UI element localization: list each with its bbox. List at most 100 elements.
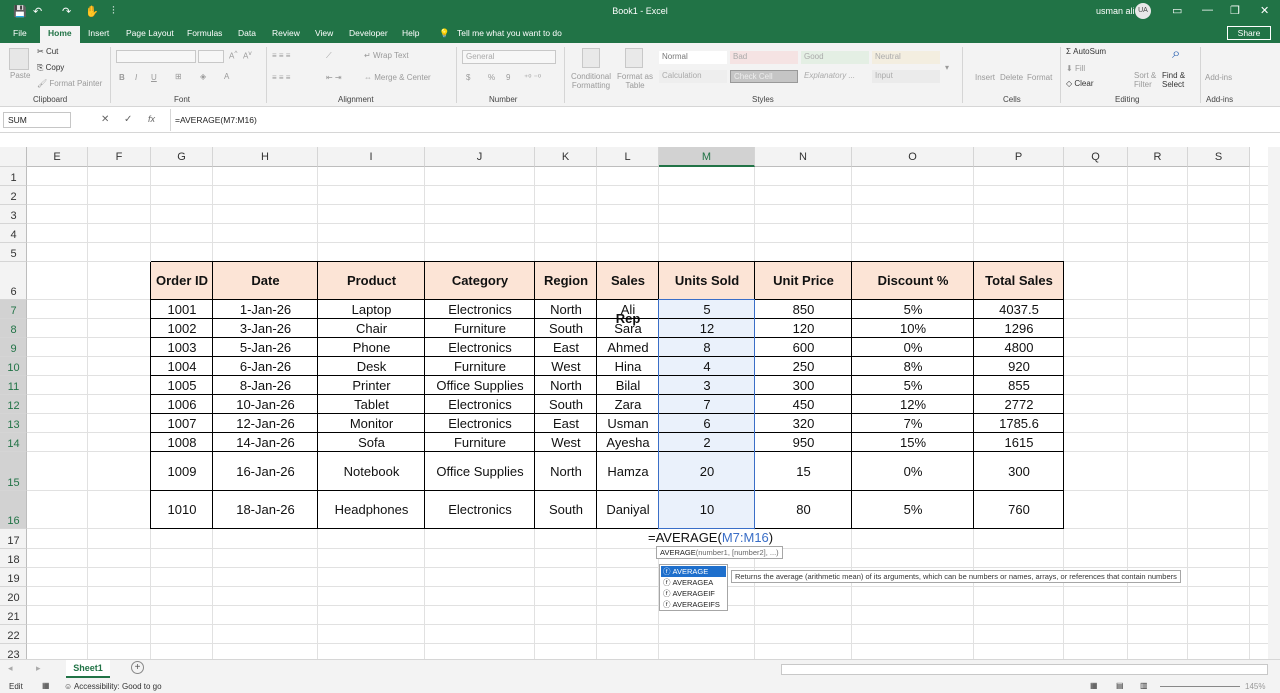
table-cell[interactable]: 5-Jan-26	[213, 338, 318, 357]
style-neutral[interactable]: Neutral	[872, 51, 940, 64]
zoom-slider[interactable]	[1160, 686, 1240, 687]
vertical-scrollbar[interactable]	[1268, 147, 1280, 659]
ribbon-display-options-icon[interactable]: ▭	[1172, 4, 1182, 17]
table-cell[interactable]: Usman	[597, 414, 659, 433]
scroll-sheets-right-icon[interactable]: ▸	[36, 663, 41, 674]
style-check-cell[interactable]: Check Cell	[730, 70, 798, 83]
table-cell[interactable]: 1615	[974, 433, 1064, 452]
table-cell[interactable]: 3-Jan-26	[213, 319, 318, 338]
table-cell[interactable]: South	[535, 395, 597, 414]
tab-home[interactable]: Home	[40, 26, 80, 43]
style-explanatory[interactable]: Explanatory ...	[801, 70, 869, 83]
merge-center-button[interactable]: ⇔ Merge & Center	[364, 73, 431, 82]
table-cell[interactable]: Bilal	[597, 376, 659, 395]
table-cell[interactable]: 15%	[852, 433, 974, 452]
table-cell[interactable]: 300	[755, 376, 852, 395]
select-all-corner[interactable]	[0, 147, 27, 167]
comma-button[interactable]: 9	[506, 73, 510, 82]
tab-review[interactable]: Review	[272, 28, 300, 38]
row-header-17[interactable]: 17	[0, 529, 27, 549]
table-cell[interactable]: Ahmed	[597, 338, 659, 357]
table-header-cell[interactable]: Region	[535, 262, 597, 300]
table-cell[interactable]: 1007	[151, 414, 213, 433]
table-cell[interactable]: Electronics	[425, 338, 535, 357]
autosum-button[interactable]: Σ AutoSum	[1066, 47, 1106, 56]
table-header-cell[interactable]: Category	[425, 262, 535, 300]
column-header-k[interactable]: K	[535, 147, 597, 167]
table-cell[interactable]: Monitor	[318, 414, 425, 433]
user-name[interactable]: usman ali	[1096, 6, 1135, 16]
table-cell[interactable]: 760	[974, 491, 1064, 529]
table-cell[interactable]: 1002	[151, 319, 213, 338]
table-cell[interactable]: 250	[755, 357, 852, 376]
table-cell[interactable]: East	[535, 338, 597, 357]
column-header-s[interactable]: S	[1188, 147, 1250, 167]
table-cell[interactable]: 855	[974, 376, 1064, 395]
tab-view[interactable]: View	[315, 28, 333, 38]
table-cell[interactable]: 600	[755, 338, 852, 357]
row-header-2[interactable]: 2	[0, 186, 27, 205]
table-cell[interactable]: 0%	[852, 452, 974, 491]
table-cell[interactable]: 1004	[151, 357, 213, 376]
table-cell[interactable]: Notebook	[318, 452, 425, 491]
orientation-icon[interactable]: ⟋	[326, 51, 332, 61]
table-cell[interactable]: 1-Jan-26	[213, 300, 318, 319]
row-header-20[interactable]: 20	[0, 587, 27, 606]
column-header-p[interactable]: P	[974, 147, 1064, 167]
table-cell[interactable]: 1005	[151, 376, 213, 395]
row-header-23[interactable]: 23	[0, 644, 27, 659]
column-header-j[interactable]: J	[425, 147, 535, 167]
table-cell[interactable]: 1010	[151, 491, 213, 529]
table-cell[interactable]: Laptop	[318, 300, 425, 319]
enter-icon[interactable]: ✓	[124, 114, 132, 125]
table-cell[interactable]: 920	[974, 357, 1064, 376]
row-header-15[interactable]: 15	[0, 452, 27, 491]
sort-filter-button[interactable]: Sort & Filter	[1134, 71, 1160, 89]
autocomplete-item-averagea[interactable]: ⓕ AVERAGEA	[661, 577, 726, 588]
table-cell[interactable]: 1785.6	[974, 414, 1064, 433]
insert-function-icon[interactable]: fx	[148, 114, 155, 124]
scroll-sheets-left-icon[interactable]: ◂	[8, 663, 13, 674]
table-cell[interactable]: Electronics	[425, 300, 535, 319]
table-cell[interactable]: 850	[755, 300, 852, 319]
shrink-font-icon[interactable]: Av	[243, 50, 252, 61]
table-cell[interactable]: 5%	[852, 376, 974, 395]
zoom-level[interactable]: 145%	[1245, 682, 1265, 691]
table-cell[interactable]: Electronics	[425, 414, 535, 433]
table-cell[interactable]: Headphones	[318, 491, 425, 529]
bold-button[interactable]: B	[119, 73, 125, 82]
format-painter-button[interactable]: 🖌 Format Painter	[37, 79, 102, 88]
addins-button[interactable]: Add-ins	[1205, 73, 1232, 82]
format-as-table-button[interactable]: Format as Table	[616, 72, 654, 90]
row-header-11[interactable]: 11	[0, 376, 27, 395]
table-cell[interactable]: 18-Jan-26	[213, 491, 318, 529]
font-color-icon[interactable]: A	[224, 72, 229, 81]
autocomplete-item-averageifs[interactable]: ⓕ AVERAGEIFS	[661, 599, 726, 610]
table-header-cell[interactable]: Product	[318, 262, 425, 300]
table-cell[interactable]: 12-Jan-26	[213, 414, 318, 433]
row-header-10[interactable]: 10	[0, 357, 27, 376]
table-cell[interactable]: 7%	[852, 414, 974, 433]
table-cell[interactable]: North	[535, 452, 597, 491]
row-header-21[interactable]: 21	[0, 606, 27, 625]
row-header-5[interactable]: 5	[0, 243, 27, 262]
row-header-13[interactable]: 13	[0, 414, 27, 433]
table-cell[interactable]: Ayesha	[597, 433, 659, 452]
table-cell[interactable]: 1003	[151, 338, 213, 357]
column-header-e[interactable]: E	[27, 147, 88, 167]
worksheet-grid[interactable]: E F G H I J K L M N O P Q R S 1 2 3 4 5 6 7 8 9 10 11 12 13 14 15 16 17…	[0, 147, 1268, 659]
table-cell[interactable]: Office Supplies	[425, 376, 535, 395]
tab-file[interactable]: File	[13, 28, 27, 38]
maximize-icon[interactable]: ❐	[1230, 4, 1240, 17]
table-cell[interactable]: Daniyal	[597, 491, 659, 529]
row-header-1[interactable]: 1	[0, 167, 27, 186]
table-cell[interactable]: Electronics	[425, 491, 535, 529]
row-header-16[interactable]: 16	[0, 491, 27, 529]
table-cell[interactable]: 4037.5	[974, 300, 1064, 319]
style-bad[interactable]: Bad	[730, 51, 798, 64]
name-box[interactable]: SUM	[3, 112, 71, 128]
tab-data[interactable]: Data	[238, 28, 256, 38]
table-cell[interactable]: Sara	[597, 319, 659, 338]
macro-record-icon[interactable]: ▦	[42, 681, 50, 690]
tab-formulas[interactable]: Formulas	[187, 28, 222, 38]
